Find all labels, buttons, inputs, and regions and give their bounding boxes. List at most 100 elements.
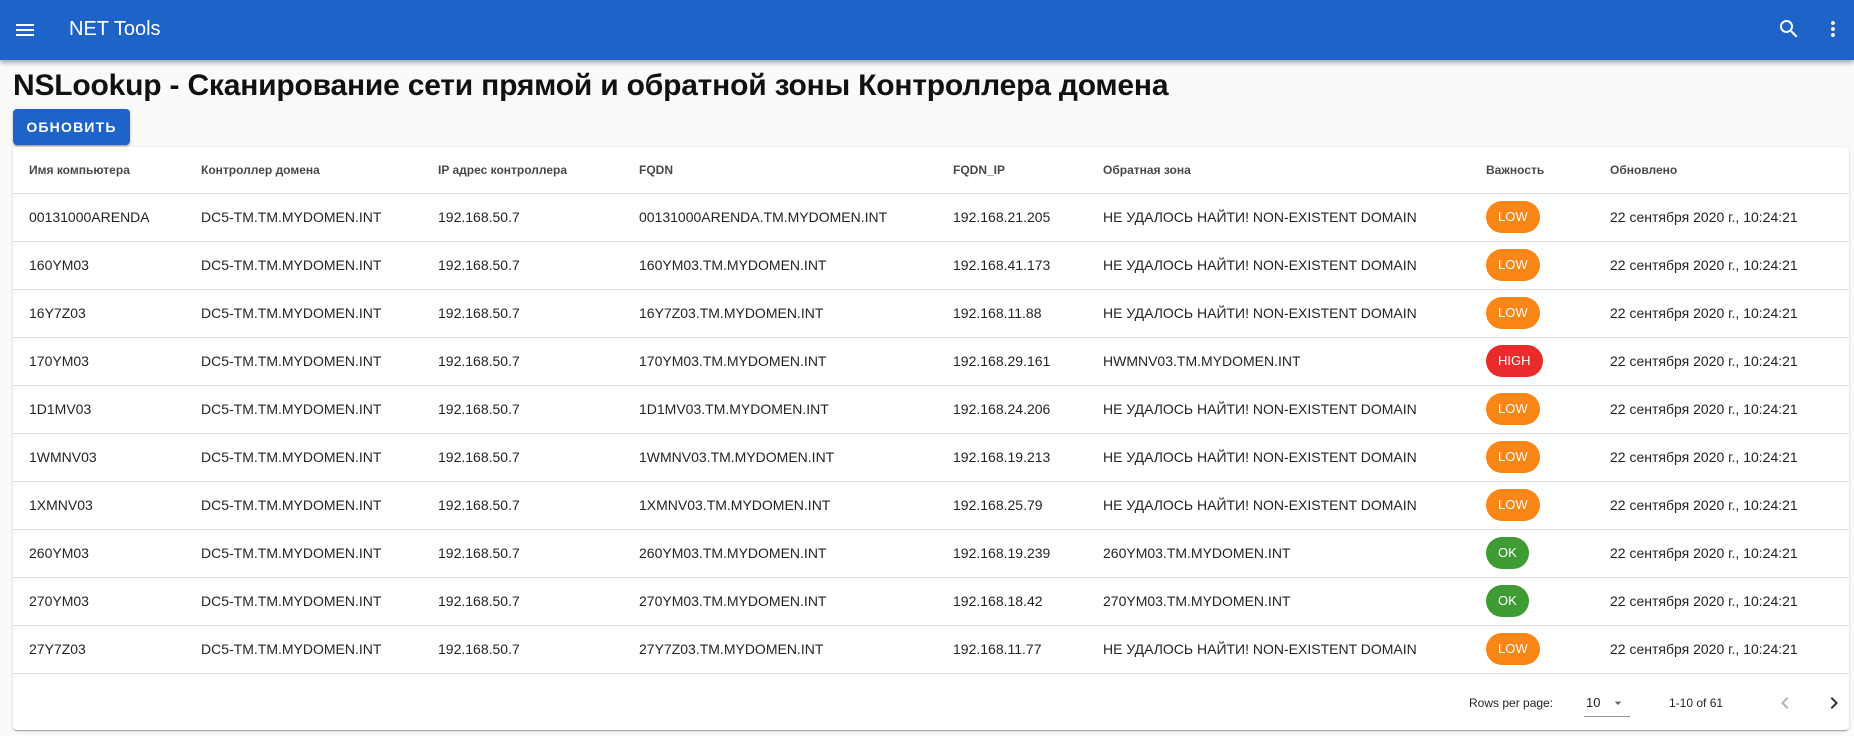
column-header[interactable]: IP адрес контроллера	[422, 147, 623, 194]
next-page-button[interactable]	[1810, 679, 1849, 727]
controller-ip-cell: 192.168.50.7	[422, 529, 623, 578]
severity-badge: LOW	[1486, 201, 1540, 233]
fqdn-cell: 160YM03.TM.MYDOMEN.INT	[623, 241, 937, 290]
reverse-zone-cell: НЕ УДАЛОСЬ НАЙТИ! NON-EXISTENT DOMAIN	[1087, 625, 1470, 674]
table-row[interactable]: 1WMNV03 DC5-TM.TM.MYDOMEN.INT 192.168.50.7…	[13, 433, 1849, 482]
reverse-zone-cell: 270YM03.TM.MYDOMEN.INT	[1087, 577, 1470, 626]
severity-badge: LOW	[1486, 249, 1540, 281]
table-row[interactable]: 1XMNV03 DC5-TM.TM.MYDOMEN.INT 192.168.50.7…	[13, 481, 1849, 530]
app-bar: NET Tools	[0, 0, 1854, 60]
fqdn-ip-cell: 192.168.19.213	[937, 433, 1087, 482]
severity-badge: HIGH	[1486, 345, 1543, 377]
table-row[interactable]: 27Y7Z03 DC5-TM.TM.MYDOMEN.INT 192.168.50.7…	[13, 625, 1849, 674]
results-table: Имя компьютера Контроллер домена IP адре…	[13, 147, 1849, 674]
severity-badge: LOW	[1486, 633, 1540, 665]
computer-name-cell: 16Y7Z03	[13, 289, 185, 338]
hamburger-menu-icon	[16, 24, 34, 36]
domain-controller-cell: DC5-TM.TM.MYDOMEN.INT	[185, 289, 422, 338]
controller-ip-cell: 192.168.50.7	[422, 433, 623, 482]
severity-badge: OK	[1486, 585, 1529, 617]
column-header[interactable]: FQDN	[623, 147, 937, 194]
computer-name-cell: 260YM03	[13, 529, 185, 578]
previous-page-button[interactable]	[1761, 679, 1809, 727]
table-row[interactable]: 270YM03 DC5-TM.TM.MYDOMEN.INT 192.168.50.7…	[13, 577, 1849, 626]
severity-cell: LOW	[1470, 481, 1594, 530]
table-header-row: Имя компьютера Контроллер домена IP адре…	[13, 147, 1849, 194]
fqdn-ip-cell: 192.168.41.173	[937, 241, 1087, 290]
fqdn-cell: 1XMNV03.TM.MYDOMEN.INT	[623, 481, 937, 530]
updated-cell: 22 сентября 2020 г., 10:24:21	[1594, 241, 1849, 290]
column-header[interactable]: FQDN_IP	[937, 147, 1087, 194]
severity-cell: LOW	[1470, 385, 1594, 434]
domain-controller-cell: DC5-TM.TM.MYDOMEN.INT	[185, 577, 422, 626]
updated-cell: 22 сентября 2020 г., 10:24:21	[1594, 433, 1849, 482]
rows-per-page-label: Rows per page:	[1469, 696, 1554, 710]
table-row[interactable]: 00131000ARENDA DC5-TM.TM.MYDOMEN.INT 192.1…	[13, 193, 1849, 242]
fqdn-cell: 00131000ARENDA.TM.MYDOMEN.INT	[623, 193, 937, 242]
reverse-zone-cell: НЕ УДАЛОСЬ НАЙТИ! NON-EXISTENT DOMAIN	[1087, 385, 1470, 434]
column-header[interactable]: Контроллер домена	[185, 147, 422, 194]
domain-controller-cell: DC5-TM.TM.MYDOMEN.INT	[185, 529, 422, 578]
controller-ip-cell: 192.168.50.7	[422, 289, 623, 338]
table-row[interactable]: 170YM03 DC5-TM.TM.MYDOMEN.INT 192.168.50.7…	[13, 337, 1849, 386]
computer-name-cell: 1XMNV03	[13, 481, 185, 530]
fqdn-ip-cell: 192.168.25.79	[937, 481, 1087, 530]
column-header[interactable]: Обратная зона	[1087, 147, 1470, 194]
computer-name-cell: 160YM03	[13, 241, 185, 290]
updated-cell: 22 сентября 2020 г., 10:24:21	[1594, 481, 1849, 530]
computer-name-cell: 1WMNV03	[13, 433, 185, 482]
reverse-zone-cell: НЕ УДАЛОСЬ НАЙТИ! NON-EXISTENT DOMAIN	[1087, 241, 1470, 290]
severity-cell: LOW	[1470, 289, 1594, 338]
severity-cell: LOW	[1470, 625, 1594, 674]
more-options-button[interactable]	[1813, 5, 1853, 53]
severity-badge: LOW	[1486, 393, 1540, 425]
domain-controller-cell: DC5-TM.TM.MYDOMEN.INT	[185, 337, 422, 386]
updated-cell: 22 сентября 2020 г., 10:24:21	[1594, 625, 1849, 674]
chevron-right-icon	[1830, 697, 1838, 709]
fqdn-ip-cell: 192.168.21.205	[937, 193, 1087, 242]
reverse-zone-cell: НЕ УДАЛОСЬ НАЙТИ! NON-EXISTENT DOMAIN	[1087, 433, 1470, 482]
severity-cell: OK	[1470, 529, 1594, 578]
computer-name-cell: 1D1MV03	[13, 385, 185, 434]
refresh-button[interactable]: ОБНОВИТЬ	[13, 109, 130, 145]
severity-cell: LOW	[1470, 241, 1594, 290]
controller-ip-cell: 192.168.50.7	[422, 577, 623, 626]
search-icon	[1780, 20, 1798, 38]
fqdn-ip-cell: 192.168.19.239	[937, 529, 1087, 578]
fqdn-ip-cell: 192.168.29.161	[937, 337, 1087, 386]
reverse-zone-cell: 260YM03.TM.MYDOMEN.INT	[1087, 529, 1470, 578]
controller-ip-cell: 192.168.50.7	[422, 385, 623, 434]
fqdn-cell: 27Y7Z03.TM.MYDOMEN.INT	[623, 625, 937, 674]
table-row[interactable]: 16Y7Z03 DC5-TM.TM.MYDOMEN.INT 192.168.50.7…	[13, 289, 1849, 338]
severity-cell: LOW	[1470, 193, 1594, 242]
fqdn-cell: 270YM03.TM.MYDOMEN.INT	[623, 577, 937, 626]
table-row[interactable]: 260YM03 DC5-TM.TM.MYDOMEN.INT 192.168.50.7…	[13, 529, 1849, 578]
domain-controller-cell: DC5-TM.TM.MYDOMEN.INT	[185, 481, 422, 530]
severity-cell: OK	[1470, 577, 1594, 626]
column-header[interactable]: Имя компьютера	[13, 147, 185, 194]
column-header[interactable]: Важность	[1470, 147, 1594, 194]
reverse-zone-cell: НЕ УДАЛОСЬ НАЙТИ! NON-EXISTENT DOMAIN	[1087, 193, 1470, 242]
app-title: NET Tools	[69, 18, 161, 40]
fqdn-ip-cell: 192.168.11.88	[937, 289, 1087, 338]
updated-cell: 22 сентября 2020 г., 10:24:21	[1594, 529, 1849, 578]
reverse-zone-cell: HWMNV03.TM.MYDOMEN.INT	[1087, 337, 1470, 386]
rows-per-page-select[interactable]: 10	[1584, 689, 1630, 717]
severity-badge: LOW	[1486, 297, 1540, 329]
chevron-left-icon	[1781, 697, 1789, 709]
domain-controller-cell: DC5-TM.TM.MYDOMEN.INT	[185, 625, 422, 674]
menu-button[interactable]	[1, 6, 49, 54]
domain-controller-cell: DC5-TM.TM.MYDOMEN.INT	[185, 433, 422, 482]
page-title: NSLookup - Сканирование сети прямой и об…	[13, 69, 1169, 102]
table-row[interactable]: 1D1MV03 DC5-TM.TM.MYDOMEN.INT 192.168.50.7…	[13, 385, 1849, 434]
updated-cell: 22 сентября 2020 г., 10:24:21	[1594, 193, 1849, 242]
domain-controller-cell: DC5-TM.TM.MYDOMEN.INT	[185, 241, 422, 290]
computer-name-cell: 27Y7Z03	[13, 625, 185, 674]
displayed-rows: 1-10 of 61	[1669, 696, 1724, 710]
table-row[interactable]: 160YM03 DC5-TM.TM.MYDOMEN.INT 192.168.50.7…	[13, 241, 1849, 290]
search-button[interactable]	[1765, 5, 1813, 53]
pagination: Rows per page: 10 1-10 of 61	[13, 677, 1849, 729]
column-header[interactable]: Обновлено	[1594, 147, 1849, 194]
fqdn-ip-cell: 192.168.24.206	[937, 385, 1087, 434]
fqdn-cell: 1D1MV03.TM.MYDOMEN.INT	[623, 385, 937, 434]
